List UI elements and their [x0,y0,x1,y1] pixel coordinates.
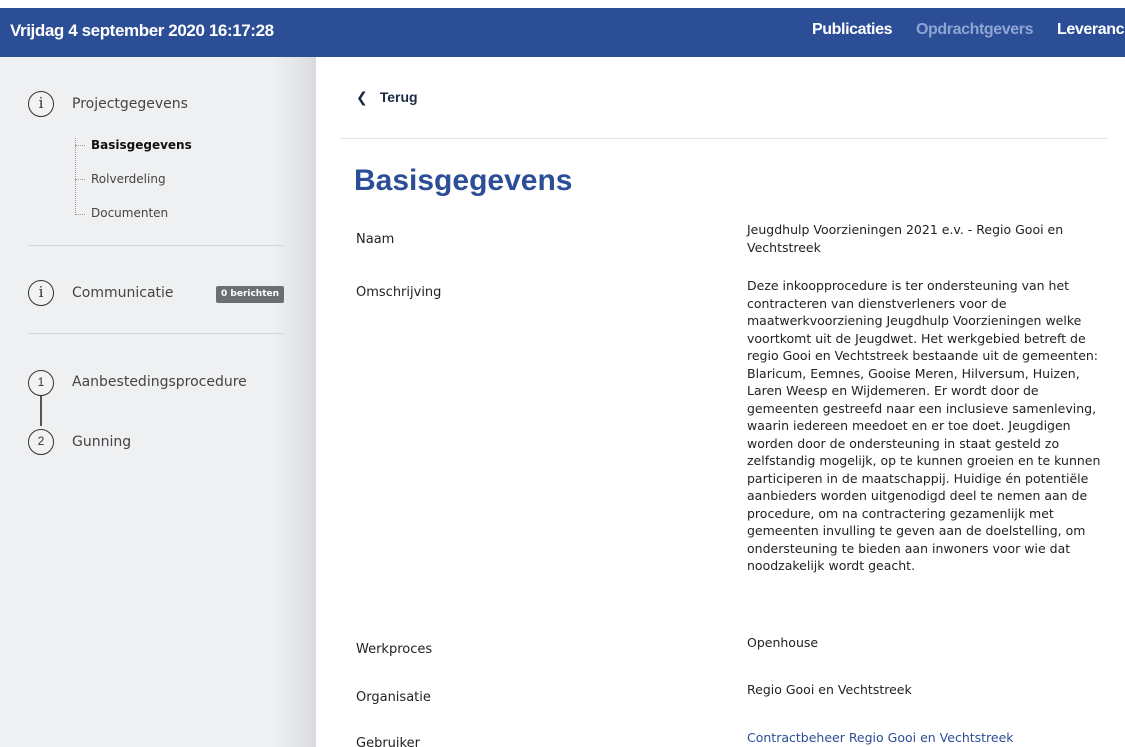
sidebar-item-rolverdeling[interactable]: Rolverdeling [91,172,166,186]
current-datetime: Vrijdag 4 september 2020 16:17:28 [10,21,274,40]
info-icon: i [28,91,54,117]
step-number-1: 1 [28,370,54,396]
sidebar: i Projectgegevens Basisgegevens Rolverde… [0,57,316,747]
field-value-organisatie: Regio Gooi en Vechtstreek [747,682,912,697]
back-link[interactable]: ❮ Terug [356,89,418,106]
back-label: Terug [379,89,418,105]
tree-branch [75,214,85,215]
messages-badge: 0 berichten [216,286,285,303]
info-icon: i [28,280,54,306]
sidebar-item-communicatie[interactable]: Communicatie [72,285,174,301]
field-value-werkproces: Openhouse [747,635,819,650]
field-label-omschrijving: Omschrijving [356,285,442,300]
tree-branch [75,145,85,146]
top-bar: Vrijdag 4 september 2020 16:17:28 Public… [0,8,1125,60]
field-value-naam: Jeugdhulp Voorzieningen 2021 e.v. - Regi… [747,222,1064,255]
tree-connector [75,138,76,215]
step-connector [40,396,42,426]
sidebar-item-documenten[interactable]: Documenten [91,206,168,220]
nav-publicaties[interactable]: Publicaties [812,21,892,39]
field-label-gebruiker: Gebruiker [356,736,420,747]
nav-opdrachtgevers[interactable]: Opdrachtgevers [916,21,1034,39]
field-label-naam: Naam [356,232,395,247]
field-label-organisatie: Organisatie [356,690,431,705]
field-value-gebruiker-link[interactable]: Contractbeheer Regio Gooi en Vechtstreek [747,729,1103,747]
sidebar-divider [28,333,284,334]
tree-branch [75,179,85,180]
sidebar-item-gunning[interactable]: Gunning [72,434,131,450]
nav-leveranciers[interactable]: Leveranci [1057,21,1125,60]
sidebar-divider [28,245,284,246]
sidebar-item-projectgegevens[interactable]: Projectgegevens [72,96,188,112]
step-number-2: 2 [28,429,54,455]
field-value-omschrijving: Deze inkoopprocedure is ter ondersteunin… [747,278,1101,573]
chevron-left-icon: ❮ [356,89,368,105]
sidebar-item-aanbestedingsprocedure[interactable]: Aanbestedingsprocedure [72,374,247,390]
sidebar-item-basisgegevens[interactable]: Basisgegevens [91,138,192,152]
field-label-werkproces: Werkproces [356,642,433,657]
page-title: Basisgegevens [354,164,573,197]
content-divider [340,138,1108,139]
